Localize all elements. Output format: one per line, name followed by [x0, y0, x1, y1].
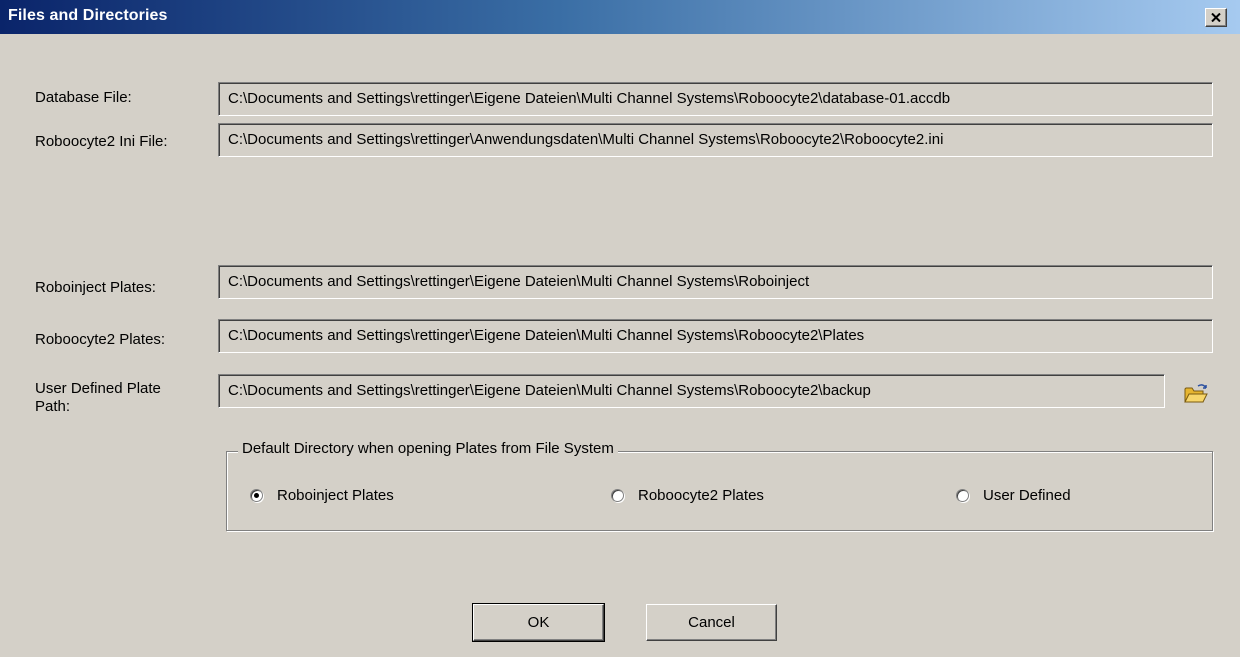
- window-title: Files and Directories: [8, 7, 168, 24]
- database-file-field[interactable]: C:\Documents and Settings\rettinger\Eige…: [218, 82, 1213, 116]
- ini-file-label: Roboocyte2 Ini File:: [35, 133, 168, 150]
- radio-user-defined[interactable]: User Defined: [956, 487, 1071, 504]
- ok-button[interactable]: OK: [472, 603, 605, 642]
- user-defined-path-field[interactable]: C:\Documents and Settings\rettinger\Eige…: [218, 374, 1165, 408]
- close-icon: [1211, 9, 1221, 27]
- radio-roboinject-plates-label: Roboinject Plates: [277, 487, 394, 504]
- close-button[interactable]: [1205, 8, 1227, 27]
- radio-selected-icon: [250, 489, 263, 502]
- cancel-button[interactable]: Cancel: [646, 604, 777, 641]
- ini-file-field[interactable]: C:\Documents and Settings\rettinger\Anwe…: [218, 123, 1213, 157]
- radio-roboocyte2-plates[interactable]: Roboocyte2 Plates: [611, 487, 764, 504]
- radio-roboocyte2-plates-label: Roboocyte2 Plates: [638, 487, 764, 504]
- user-defined-path-label-line1: User Defined Plate: [35, 380, 161, 397]
- title-bar[interactable]: Files and Directories: [0, 0, 1240, 34]
- roboocyte2-plates-label: Roboocyte2 Plates:: [35, 331, 166, 348]
- radio-user-defined-label: User Defined: [983, 487, 1071, 504]
- roboinject-plates-label: Roboinject Plates:: [35, 279, 156, 296]
- database-file-label: Database File:: [35, 89, 132, 106]
- default-directory-legend: Default Directory when opening Plates fr…: [238, 440, 618, 458]
- radio-roboinject-plates[interactable]: Roboinject Plates: [250, 487, 394, 504]
- radio-unselected-icon: [956, 489, 969, 502]
- radio-unselected-icon: [611, 489, 624, 502]
- open-folder-icon: [1183, 383, 1209, 410]
- files-and-directories-dialog: Files and Directories Database File: C:\…: [0, 0, 1240, 657]
- roboinject-plates-field[interactable]: C:\Documents and Settings\rettinger\Eige…: [218, 265, 1213, 299]
- roboocyte2-plates-field[interactable]: C:\Documents and Settings\rettinger\Eige…: [218, 319, 1213, 353]
- browse-folder-button[interactable]: [1180, 382, 1212, 410]
- user-defined-path-label-line2: Path:: [35, 398, 71, 415]
